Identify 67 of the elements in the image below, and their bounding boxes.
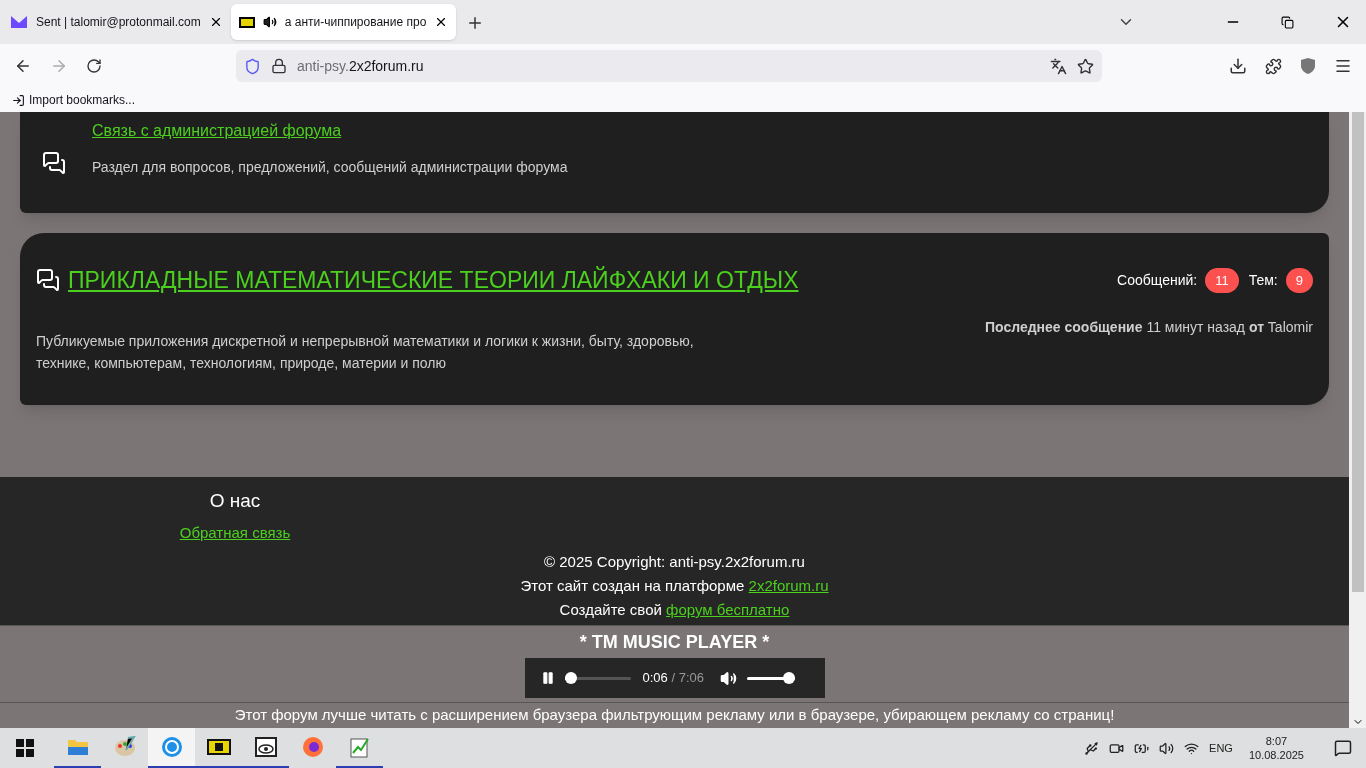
restore-icon[interactable] [1281,16,1294,29]
clock[interactable]: 8:07 10.08.2025 [1248,734,1304,762]
tab-title: а анти-чиппирование про [284,14,427,31]
address-bar[interactable]: anti-psy.2x2forum.ru [236,50,1102,82]
reload-icon[interactable] [86,58,102,74]
forum-description: Публикуемые приложения дискретной и непрерывной математики и логики к жизни, быту, здоровью, технике, компьютерам, технологиям, природе, материи и полю [36,331,695,373]
time-readout: 0:06 / 7:06 [642,669,704,688]
footer-heading: О нас [209,489,261,513]
audio-playing-icon[interactable] [262,15,277,29]
palette-icon [113,736,136,758]
notifications-icon[interactable] [1334,739,1352,757]
extensions-icon[interactable] [1265,57,1282,75]
player-title: * TM MUSIC PLAYER * [579,631,770,654]
language-indicator[interactable]: ENG [1209,739,1233,757]
circle-app-icon [160,736,183,758]
posts-count: 11 [1205,267,1239,293]
forum-chat-icon [36,268,60,293]
volume-slider[interactable] [746,672,795,684]
pause-icon[interactable] [540,671,555,685]
footer-text: Этот сайт создан на платформе 2x2forum.ru [520,576,829,596]
topics-label: Тем: [1248,270,1278,290]
forum-description: Раздел для вопросов, предложений, сообщений администрации форума [92,158,568,177]
lock-icon[interactable] [271,58,287,74]
browser-tab[interactable]: Sent | talomir@protonmail.com [2,4,231,40]
fox-globe-icon [301,736,324,758]
forum-title-link[interactable]: ПРИКЛАДНЫЕ МАТЕМАТИЧЕСКИЕ ТЕОРИИ ЛАЙФХАКИ И ОТДЫХ [68,263,799,298]
back-icon[interactable] [14,57,32,75]
bookmark-star-icon[interactable] [1077,57,1094,75]
import-bookmarks-button[interactable]: Import bookmarks... [12,91,136,109]
forum-chat-icon [42,150,66,175]
volume-icon[interactable] [719,669,737,687]
translate-icon[interactable] [1050,57,1067,75]
ad-notice: Этот форум лучше читать с расширением браузера фильтрующим рекламу или в браузере, убирающем рекламу со страниц! [234,705,1115,726]
wifi-icon[interactable] [1184,740,1200,756]
url-text: anti-psy.2x2forum.ru [297,56,424,76]
shield-extension-icon[interactable] [1300,57,1316,75]
clock-date: 10.08.2025 [1248,748,1304,762]
import-icon [12,93,25,107]
copyright-text: © 2025 Copyright: anti-psy.2x2forum.ru [544,552,805,572]
slider-thumb[interactable] [782,672,795,684]
tab-title: Sent | talomir@protonmail.com [36,14,201,31]
downloads-icon[interactable] [1229,57,1247,75]
menu-icon[interactable] [1334,57,1352,75]
folder-icon [66,738,89,756]
topics-count: 9 [1285,267,1313,293]
seek-slider[interactable] [564,672,631,684]
site-favicon-icon [238,16,255,28]
shield-icon[interactable] [244,57,261,75]
posts-label: Сообщений: [1117,270,1198,290]
footer-link[interactable]: форум бесплатно [666,601,790,618]
scrollbar[interactable] [1349,112,1366,728]
usb-icon[interactable] [1084,740,1100,756]
notepad-chart-icon [348,736,371,758]
taskbar-app-button[interactable] [148,728,195,768]
last-post-info: Последнее сообщение 11 минут назад от Talomir [985,317,1313,337]
speaker-icon[interactable] [1159,740,1175,756]
slider-thumb[interactable] [565,672,578,684]
feedback-link[interactable]: Обратная связь [179,521,291,544]
footer-link[interactable]: 2x2forum.ru [748,577,829,594]
forum-title-link[interactable]: Связь с администрацией форума [92,119,568,143]
mail-logo-icon [10,15,28,29]
bill-icon [206,739,231,755]
windows-start-icon[interactable] [16,739,34,757]
browser-tab[interactable]: а анти-чиппирование про [230,4,457,40]
footer-text: Создайте свой форум бесплатно [559,600,790,620]
eye-window-icon [254,737,277,757]
clock-time: 8:07 [1265,734,1288,748]
